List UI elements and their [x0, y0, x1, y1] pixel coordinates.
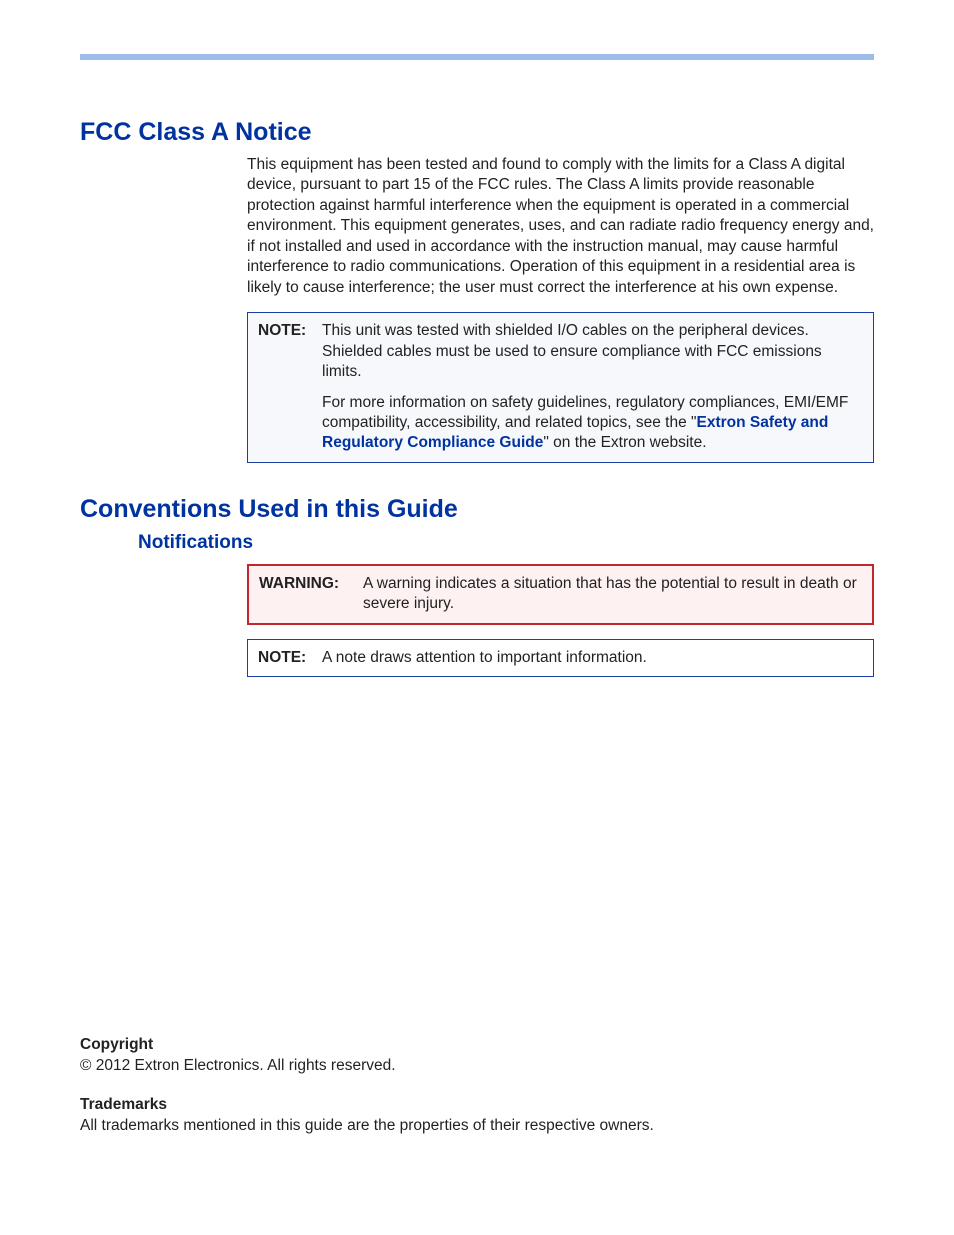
- fcc-note-para1: This unit was tested with shielded I/O c…: [322, 321, 863, 382]
- page-top-rule: [80, 54, 874, 60]
- note2-label: NOTE:: [258, 648, 310, 668]
- note2-text: A note draws attention to important info…: [322, 648, 647, 668]
- copyright-text: © 2012 Extron Electronics. All rights re…: [80, 1057, 396, 1074]
- note-label: NOTE:: [258, 321, 310, 382]
- fcc-note-para2: For more information on safety guideline…: [322, 393, 863, 454]
- fcc-note-box: NOTE: This unit was tested with shielded…: [247, 312, 874, 463]
- page-content: FCC Class A Notice This equipment has be…: [80, 100, 874, 677]
- notifications-heading: Notifications: [138, 532, 874, 554]
- trademarks-text: All trademarks mentioned in this guide a…: [80, 1117, 654, 1134]
- trademarks-heading: Trademarks: [80, 1096, 167, 1113]
- warning-text: A warning indicates a situation that has…: [363, 574, 862, 615]
- copyright-heading: Copyright: [80, 1036, 153, 1053]
- page-footer: Copyright © 2012 Extron Electronics. All…: [80, 1035, 874, 1137]
- fcc-body: This equipment has been tested and found…: [247, 155, 874, 298]
- fcc-note-para2-after: " on the Extron website.: [543, 434, 706, 451]
- trademarks-block: Trademarks All trademarks mentioned in t…: [80, 1095, 874, 1137]
- warning-label: WARNING:: [259, 574, 351, 615]
- warning-box: WARNING: A warning indicates a situation…: [247, 564, 874, 625]
- note-box: NOTE: A note draws attention to importan…: [247, 639, 874, 677]
- note-label-spacer: [258, 393, 310, 454]
- copyright-block: Copyright © 2012 Extron Electronics. All…: [80, 1035, 874, 1077]
- fcc-heading: FCC Class A Notice: [80, 118, 874, 147]
- conventions-heading: Conventions Used in this Guide: [80, 495, 874, 524]
